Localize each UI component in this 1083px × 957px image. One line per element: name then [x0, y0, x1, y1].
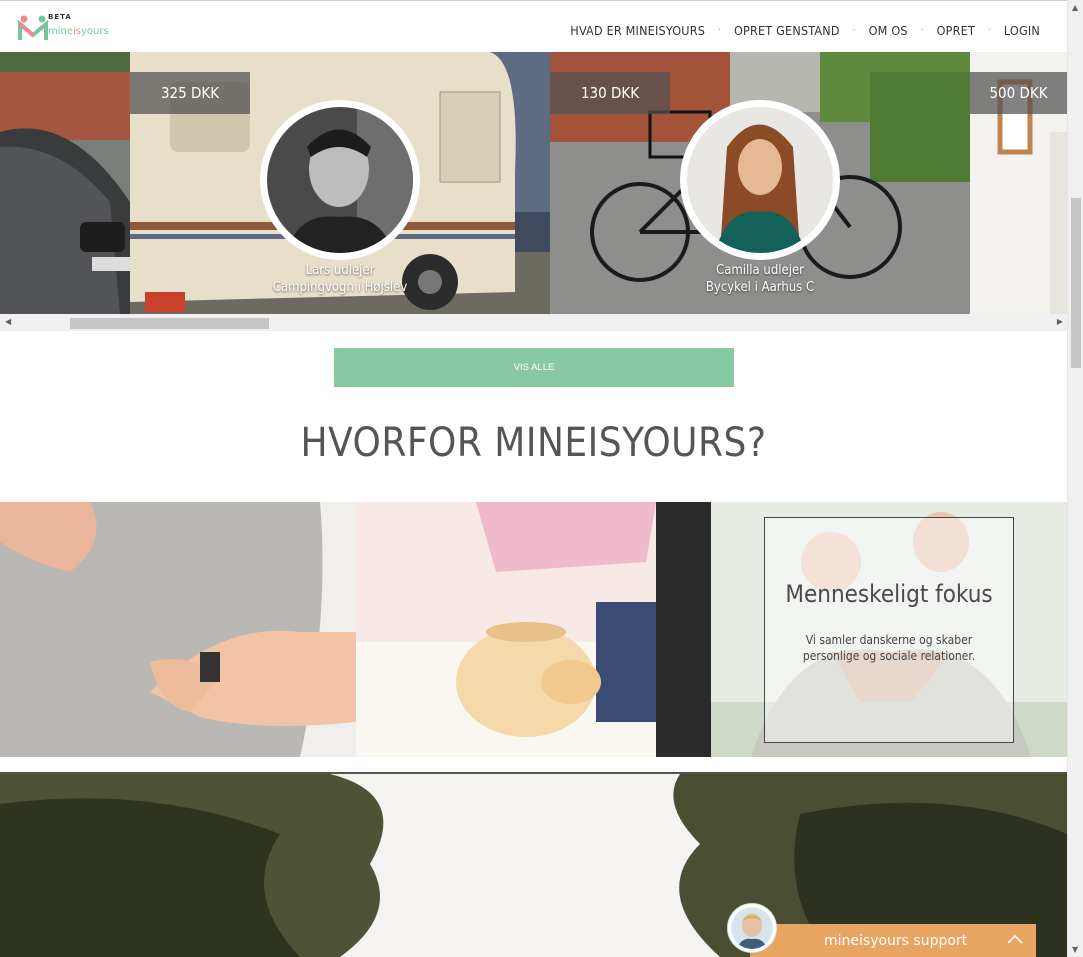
nav-login[interactable]: LOGIN: [1004, 23, 1040, 38]
nav-hvad-er-mineisyours[interactable]: HVAD ER MINEISYOURS: [570, 23, 705, 38]
support-chat-bar[interactable]: mineisyours support: [750, 924, 1036, 957]
owner-photo-camilla: [687, 107, 833, 253]
owner-photo-lars: [267, 107, 413, 253]
logo-mark-icon: [18, 15, 48, 40]
nav-om-os[interactable]: OM OS: [869, 23, 908, 38]
vis-alle-button[interactable]: VIS ALLE: [334, 348, 734, 387]
site-logo[interactable]: BETA mineisyours: [18, 13, 118, 43]
feature-tile-keys: [0, 502, 356, 757]
why-section-title: HVORFOR MINEISYOURS?: [300, 420, 767, 466]
nav-separator: ·: [718, 25, 721, 36]
main-nav: HVAD ER MINEISYOURS · OPRET GENSTAND · O…: [570, 23, 1040, 38]
scroll-up-arrow-icon[interactable]: ▲: [1072, 3, 1078, 12]
feature-tile-piggybank: [356, 502, 711, 757]
feature-card-menneskeligt-fokus: Menneskeligt fokus Vi samler danskerne o…: [764, 517, 1014, 743]
chevron-up-icon[interactable]: [1006, 932, 1024, 946]
support-label: mineisyours support: [824, 933, 968, 949]
scroll-down-arrow-icon[interactable]: ▼: [1072, 945, 1078, 954]
logo-word-mine: mine: [48, 26, 74, 37]
logo-beta-label: BETA: [48, 13, 72, 21]
page-scrollbar[interactable]: ▲ ▼: [1067, 0, 1083, 957]
carousel-scroll-thumb[interactable]: [70, 318, 269, 329]
nav-separator: ·: [988, 25, 991, 36]
owner-line: Camilla udlejer: [716, 263, 804, 278]
logo-wordmark: mineisyours: [48, 26, 109, 37]
listing-caption: Lars udlejer Campingvogn i Højslev: [180, 262, 500, 296]
listing-price: 130 DKK: [550, 72, 670, 114]
listing-price: 500 DKK: [970, 72, 1067, 114]
owner-line: Lars udlejer: [305, 263, 375, 278]
owner-avatar: [680, 100, 840, 260]
car-photo: [0, 52, 130, 314]
listing-carousel: 325 DKK Lars udlejer Campingvogn i Højsl…: [0, 52, 1067, 314]
support-agent-avatar[interactable]: [727, 903, 777, 953]
page-scroll-thumb[interactable]: [1071, 198, 1081, 368]
nav-separator: ·: [920, 25, 924, 36]
keys-handover-photo: [0, 502, 356, 757]
owner-avatar: [260, 100, 420, 260]
scroll-left-arrow-icon[interactable]: ◀: [5, 317, 11, 326]
piggybank-photo: [356, 502, 711, 757]
listing-card-campingvogn[interactable]: 325 DKK Lars udlejer Campingvogn i Højsl…: [130, 52, 550, 314]
listing-card-car[interactable]: [0, 52, 130, 314]
listing-price: 325 DKK: [130, 72, 250, 114]
logo-word-is: is: [73, 26, 82, 37]
feature-title: Menneskeligt fokus: [785, 580, 993, 608]
nav-separator: ·: [852, 25, 856, 36]
carousel-scrollbar[interactable]: ◀ ▶: [0, 314, 1067, 331]
feature-text: Vi samler danskerne og skaber personlige…: [802, 633, 976, 663]
listing-caption: Camilla udlejer Bycykel i Aarhus C: [600, 262, 920, 296]
item-line: Bycykel i Aarhus C: [705, 280, 815, 295]
nav-opret-genstand[interactable]: OPRET GENSTAND: [734, 23, 840, 38]
listing-card-bycykel[interactable]: 130 DKK Camilla udlejer Bycykel i Aarhus…: [550, 52, 970, 314]
listing-card-room[interactable]: 500 DKK: [970, 52, 1067, 314]
logo-word-yours: yours: [81, 26, 109, 37]
site-header: BETA mineisyours HVAD ER MINEISYOURS · O…: [0, 0, 1067, 52]
scroll-right-arrow-icon[interactable]: ▶: [1057, 317, 1063, 326]
nav-opret[interactable]: OPRET: [937, 23, 975, 38]
item-line: Campingvogn i Højslev: [272, 280, 408, 295]
